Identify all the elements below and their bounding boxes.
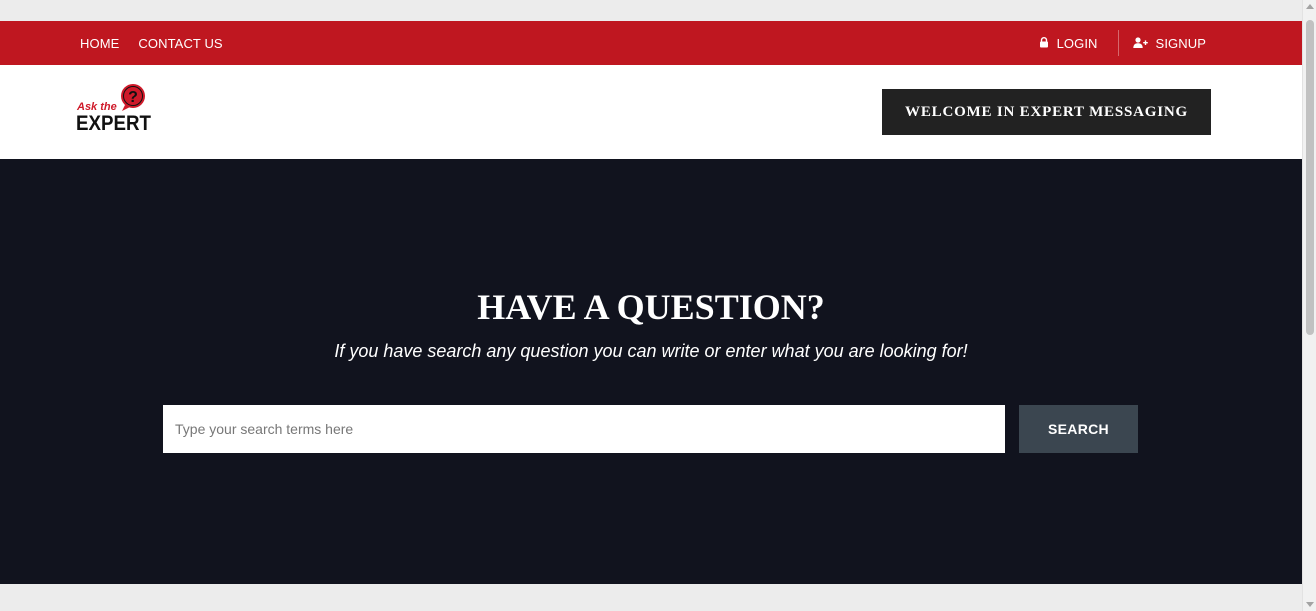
signup-link[interactable]: SIGNUP bbox=[1132, 35, 1206, 51]
hero-subtitle: If you have search any question you can … bbox=[334, 341, 968, 361]
ask-the-expert-logo[interactable]: ? Ask the EXPERT bbox=[76, 83, 156, 135]
nav-divider bbox=[1117, 30, 1119, 56]
user-plus-icon bbox=[1132, 36, 1148, 51]
signup-label: SIGNUP bbox=[1155, 35, 1206, 51]
hero-section: HAVE A QUESTION? If you have search any … bbox=[0, 159, 1302, 584]
welcome-button[interactable]: WELCOME IN EXPERT MESSAGING bbox=[882, 89, 1211, 135]
search-button[interactable]: SEARCH bbox=[1019, 405, 1138, 453]
scroll-up-icon[interactable] bbox=[1306, 4, 1314, 9]
logo-line2: EXPERT bbox=[76, 112, 151, 135]
logo-badge: ? bbox=[128, 89, 138, 106]
lock-icon bbox=[1039, 36, 1049, 51]
login-link[interactable]: LOGIN bbox=[1039, 36, 1098, 51]
main-nav: HOME CONTACT US bbox=[80, 21, 223, 65]
search-input[interactable] bbox=[163, 405, 1005, 453]
top-navbar: HOME CONTACT US LOGIN SIGNUP bbox=[0, 21, 1302, 65]
login-label: LOGIN bbox=[1056, 35, 1098, 51]
hero-title: HAVE A QUESTION? bbox=[477, 287, 825, 327]
vertical-scrollbar[interactable] bbox=[1302, 0, 1316, 611]
scrollbar-thumb[interactable] bbox=[1306, 20, 1314, 335]
site-header: ? Ask the EXPERT WELCOME IN EXPERT MESSA… bbox=[0, 65, 1302, 159]
scroll-down-icon[interactable] bbox=[1306, 602, 1314, 607]
nav-contact-link[interactable]: CONTACT US bbox=[138, 36, 222, 51]
footer-strip bbox=[0, 584, 1302, 611]
nav-home-link[interactable]: HOME bbox=[80, 36, 119, 51]
auth-nav: LOGIN SIGNUP bbox=[1039, 21, 1206, 65]
page: HOME CONTACT US LOGIN SIGNUP ? Ask the E… bbox=[0, 0, 1302, 611]
